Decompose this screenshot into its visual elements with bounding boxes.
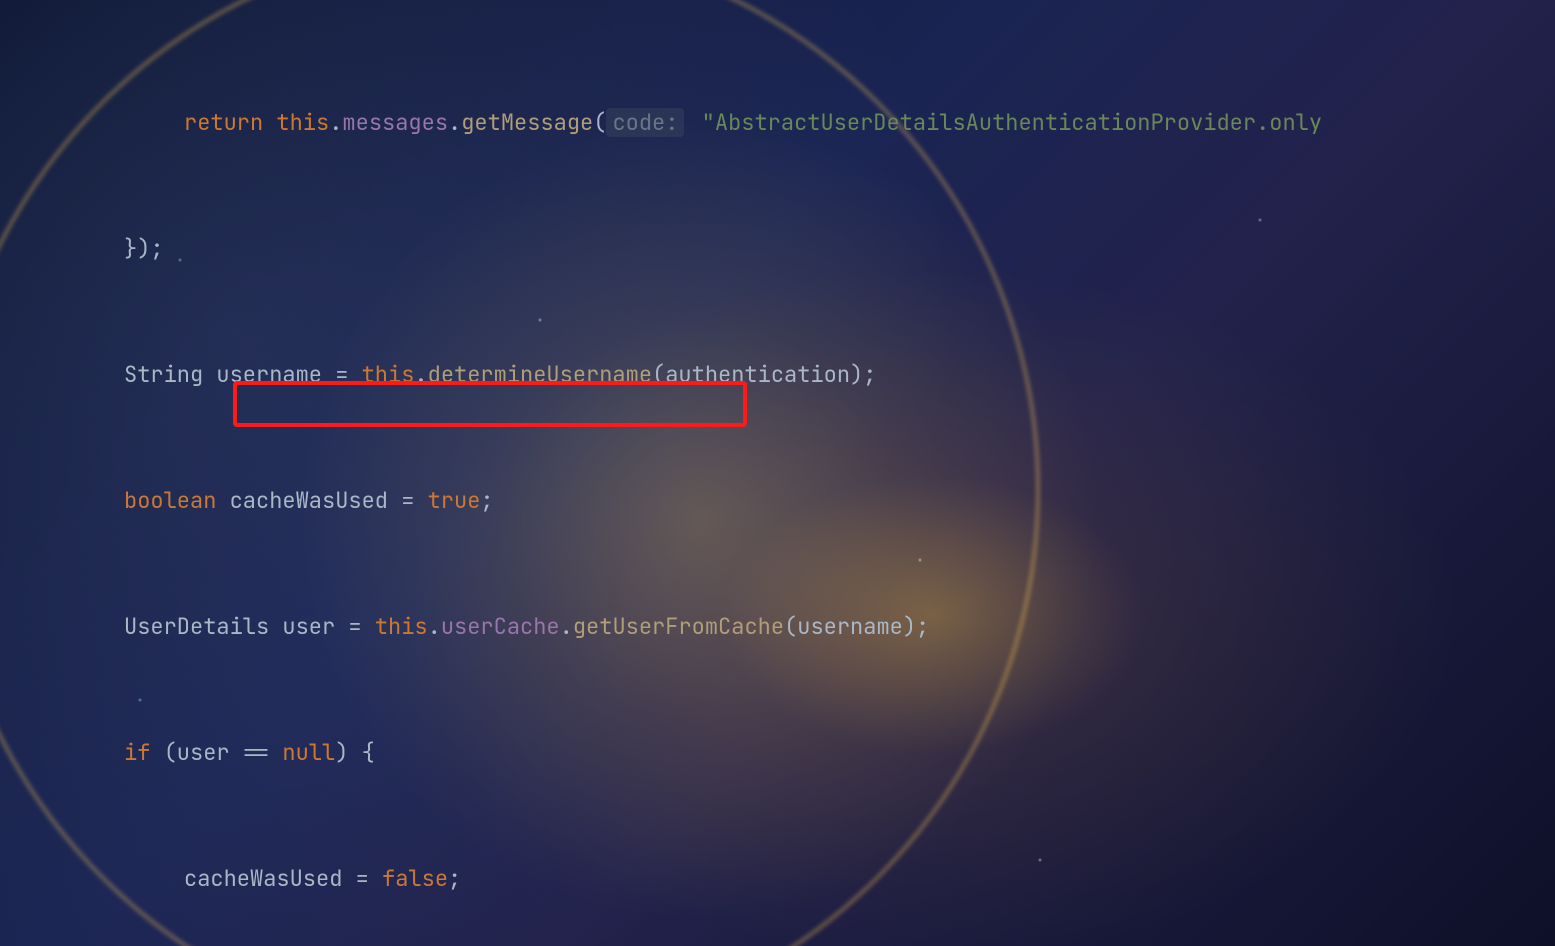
code-line[interactable]: String username = this.determineUsername… <box>24 354 1555 396</box>
keyword-this: this <box>276 108 329 137</box>
keyword-return: return <box>184 108 263 137</box>
code-line[interactable]: boolean cacheWasUsed = true; <box>24 480 1555 522</box>
code-line[interactable]: }); <box>24 228 1555 270</box>
code-editor[interactable]: return this.messages.getMessage(code: "A… <box>24 0 1555 946</box>
code-line[interactable]: return this.messages.getMessage(code: "A… <box>24 102 1555 144</box>
param-hint: code: <box>606 108 684 137</box>
code-line[interactable]: UserDetails user = this.userCache.getUse… <box>24 606 1555 648</box>
code-line[interactable]: if (user == null) { <box>24 732 1555 774</box>
code-line[interactable]: cacheWasUsed = false; <box>24 858 1555 900</box>
